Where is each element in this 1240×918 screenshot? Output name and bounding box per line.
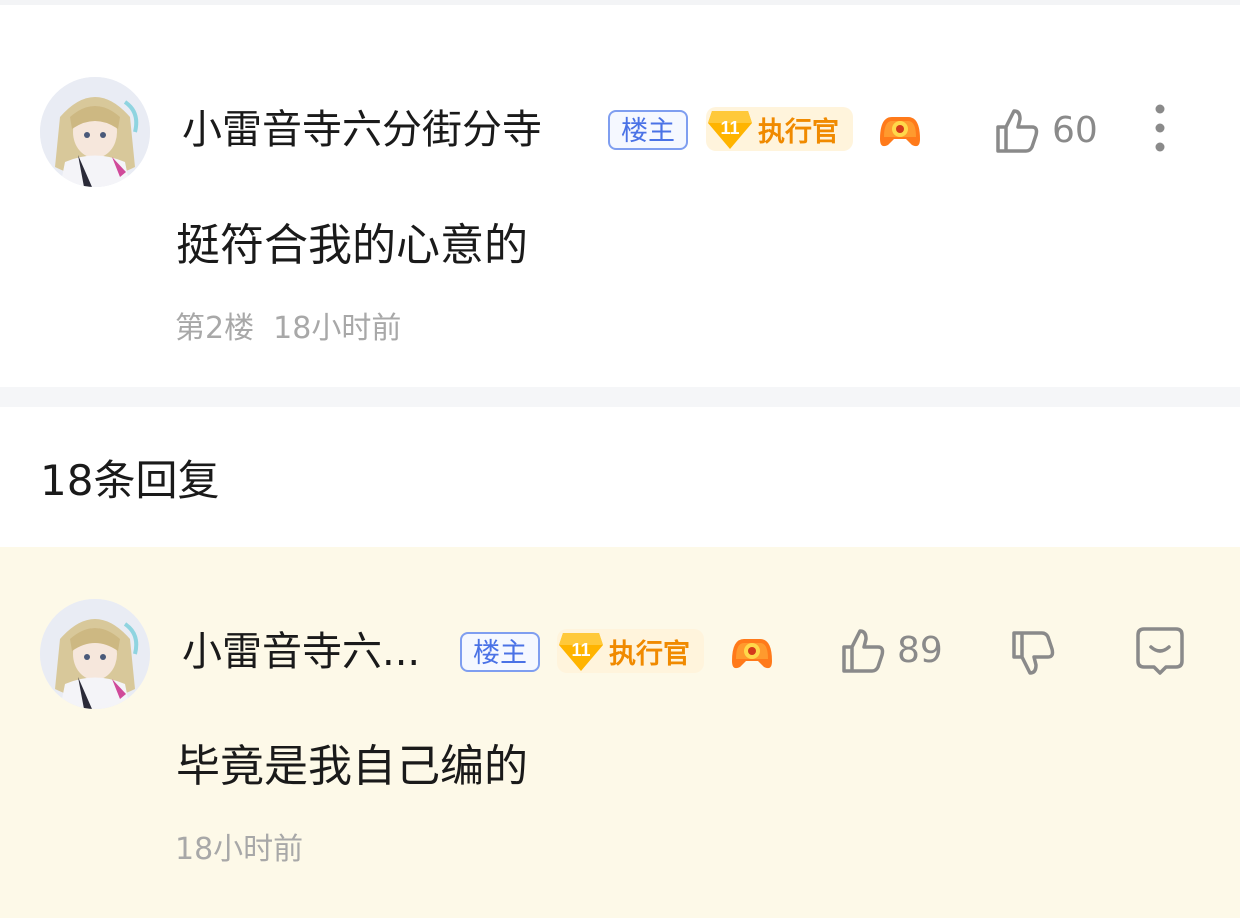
reply-time: 18小时前 (175, 832, 304, 867)
section-divider (0, 387, 1240, 407)
level-diamond-icon: 11 (559, 633, 603, 671)
thumbs-down-icon[interactable] (1008, 627, 1060, 679)
level-badge[interactable]: 11 执行官 (557, 629, 704, 673)
reply-content: 毕竟是我自己编的 (176, 741, 528, 792)
reply-count: 18条回复 (40, 456, 220, 505)
level-number: 11 (571, 640, 590, 660)
floor-number: 第2楼 (175, 311, 255, 346)
comment-icon[interactable] (1134, 625, 1186, 677)
post-time: 18小时前 (273, 311, 402, 346)
replies-header: 18条回复 (0, 407, 1240, 547)
game-controller-icon (880, 117, 920, 147)
reply-item: 小雷音寺六... 楼主 11 执行官 89 毕竟是我自己编的 18小时前 (0, 547, 1240, 918)
title-badge: 执行官 (758, 116, 839, 148)
more-vertical-icon[interactable] (1153, 103, 1167, 153)
thumbs-up-icon[interactable] (992, 107, 1040, 155)
owner-tag: 楼主 (460, 632, 540, 672)
thumbs-up-icon[interactable] (838, 627, 886, 675)
level-diamond-icon: 11 (708, 111, 752, 149)
owner-tag: 楼主 (608, 110, 688, 150)
game-controller-icon (732, 639, 772, 669)
like-count: 60 (1052, 110, 1098, 151)
level-number: 11 (720, 118, 739, 138)
avatar[interactable] (40, 599, 150, 709)
level-badge[interactable]: 11 执行官 (706, 107, 853, 151)
post-meta: 第2楼 18小时前 (175, 309, 401, 349)
main-post: 小雷音寺六分街分寺 楼主 11 执行官 60 挺符合我的心意的 第2楼 18小时… (0, 5, 1240, 387)
author-name[interactable]: 小雷音寺六分街分寺 (182, 105, 542, 155)
post-content: 挺符合我的心意的 (176, 220, 528, 271)
avatar[interactable] (40, 77, 150, 187)
like-count: 89 (897, 630, 943, 671)
title-badge: 执行官 (609, 638, 690, 670)
author-name[interactable]: 小雷音寺六... (182, 627, 420, 677)
